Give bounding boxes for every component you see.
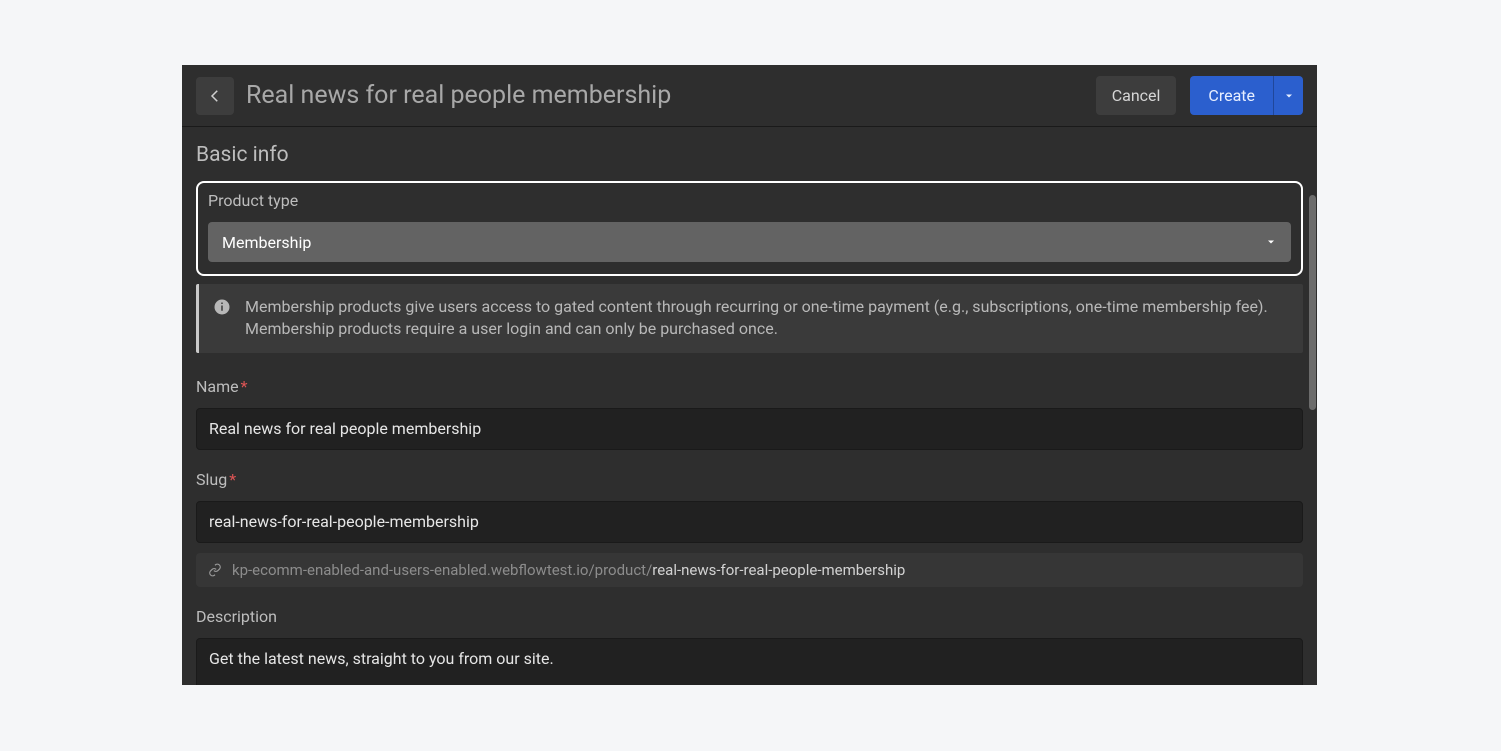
panel-body: Basic info Product type Membership Membe…	[182, 127, 1317, 685]
slug-input[interactable]	[196, 501, 1303, 543]
back-button[interactable]	[196, 77, 234, 115]
description-label: Description	[196, 607, 1303, 626]
slug-field-group: Slug* kp-ecomm-enabled-and-users-enabled…	[196, 470, 1303, 587]
url-base: kp-ecomm-enabled-and-users-enabled.webfl…	[232, 561, 652, 579]
create-button[interactable]: Create	[1190, 76, 1273, 115]
description-field-group: Description	[196, 607, 1303, 685]
info-callout: Membership products give users access to…	[196, 284, 1303, 353]
name-label: Name*	[196, 377, 1303, 396]
chevron-down-icon	[1283, 90, 1295, 102]
create-button-group: Create	[1190, 76, 1303, 115]
description-input[interactable]	[196, 638, 1303, 685]
name-label-text: Name	[196, 377, 239, 396]
slug-label-text: Slug	[196, 470, 227, 489]
product-editor-panel: Real news for real people membership Can…	[182, 65, 1317, 685]
required-indicator: *	[229, 470, 236, 489]
create-dropdown-button[interactable]	[1273, 76, 1303, 115]
slug-label: Slug*	[196, 470, 1303, 489]
header-actions: Cancel Create	[1096, 76, 1303, 115]
cancel-button[interactable]: Cancel	[1096, 76, 1177, 115]
required-indicator: *	[241, 377, 248, 396]
scrollbar-thumb[interactable]	[1309, 195, 1316, 410]
url-preview: kp-ecomm-enabled-and-users-enabled.webfl…	[196, 553, 1303, 587]
info-icon	[213, 298, 231, 316]
url-preview-text: kp-ecomm-enabled-and-users-enabled.webfl…	[232, 561, 905, 579]
panel-header: Real news for real people membership Can…	[182, 65, 1317, 127]
caret-down-icon	[1265, 236, 1277, 248]
name-field-group: Name*	[196, 377, 1303, 450]
page-title: Real news for real people membership	[246, 81, 1096, 110]
section-title: Basic info	[196, 143, 1303, 167]
product-type-highlight: Product type Membership	[196, 181, 1303, 276]
name-input[interactable]	[196, 408, 1303, 450]
url-slug: real-news-for-real-people-membership	[652, 561, 905, 579]
arrow-left-icon	[206, 87, 224, 105]
link-icon	[208, 563, 222, 577]
product-type-label: Product type	[208, 191, 1291, 210]
info-text: Membership products give users access to…	[245, 296, 1289, 341]
product-type-value: Membership	[222, 233, 311, 252]
product-type-select[interactable]: Membership	[208, 222, 1291, 262]
